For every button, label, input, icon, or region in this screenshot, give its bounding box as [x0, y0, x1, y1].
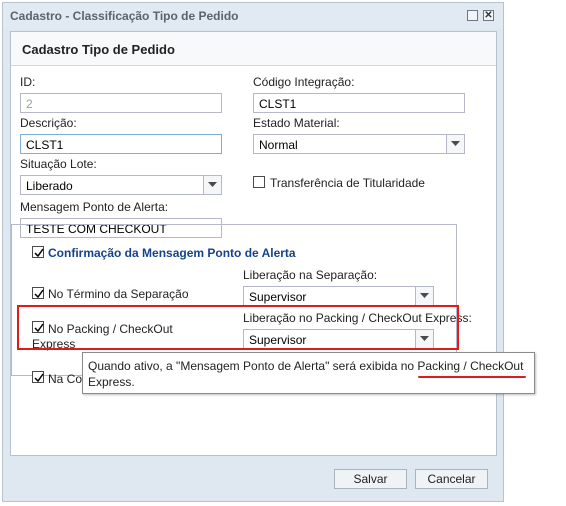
tooltip-line1: Quando ativo, a "Mensagem Ponto de Alert…: [88, 359, 523, 373]
termino-separacao-checkbox[interactable]: [32, 287, 44, 299]
liberacao-separacao-label: Liberação na Separação:: [243, 268, 378, 282]
termino-separacao-label: No Término da Separação: [48, 287, 189, 301]
descricao-label: Descrição:: [20, 116, 77, 130]
title-bar[interactable]: Cadastro - Classificação Tipo de Pedido …: [3, 3, 503, 29]
estado-material-label: Estado Material:: [253, 116, 340, 130]
estado-material-select[interactable]: Normal: [253, 134, 465, 154]
liberacao-separacao-value: Supervisor: [249, 290, 307, 304]
id-field: 2: [20, 93, 222, 113]
confirmacao-legend: Confirmação da Mensagem Ponto de Alerta: [48, 246, 296, 260]
estado-material-value: Normal: [259, 138, 298, 152]
third-option-checkbox[interactable]: [32, 371, 44, 383]
red-underline: [418, 376, 526, 378]
mensagem-label: Mensagem Ponto de Alerta:: [20, 200, 169, 214]
save-button[interactable]: Salvar: [334, 469, 407, 489]
confirmacao-checkbox[interactable]: [32, 246, 44, 258]
maximize-icon[interactable]: [467, 10, 478, 21]
panel-header: Cadastro Tipo de Pedido: [11, 32, 496, 66]
close-icon[interactable]: ✕: [483, 10, 494, 21]
tooltip-line2: Express.: [88, 375, 135, 389]
codigo-integracao-field[interactable]: CLST1: [253, 93, 465, 113]
highlight-box: [17, 305, 459, 350]
third-option-label: Na Col: [48, 372, 85, 386]
tooltip-text: Quando ativo, a "Mensagem Ponto de Alert…: [88, 359, 418, 373]
descricao-field[interactable]: CLST1: [20, 134, 222, 154]
transferencia-checkbox[interactable]: [253, 176, 265, 188]
tooltip: Quando ativo, a "Mensagem Ponto de Alert…: [82, 352, 535, 394]
situacao-lote-select[interactable]: Liberado: [20, 175, 222, 195]
id-label: ID:: [20, 75, 36, 89]
tooltip-highlight-text: Packing / CheckOut: [417, 359, 524, 373]
liberacao-separacao-select[interactable]: Supervisor: [243, 286, 434, 306]
transferencia-label: Transferência de Titularidade: [270, 176, 425, 190]
chevron-down-icon[interactable]: [446, 135, 464, 153]
chevron-down-icon[interactable]: [415, 287, 433, 305]
panel-title: Cadastro Tipo de Pedido: [22, 42, 175, 57]
window-title: Cadastro - Classificação Tipo de Pedido: [10, 9, 239, 23]
chevron-down-icon[interactable]: [203, 176, 221, 194]
situacao-lote-label: Situação Lote:: [20, 157, 97, 171]
situacao-lote-value: Liberado: [26, 179, 73, 193]
cancel-button[interactable]: Cancelar: [415, 469, 488, 489]
codigo-integracao-label: Código Integração:: [253, 75, 355, 89]
